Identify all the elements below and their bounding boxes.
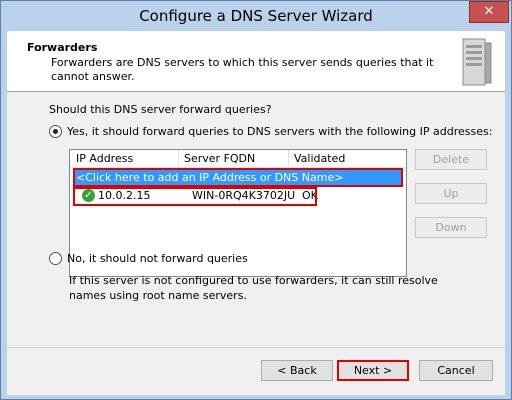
column-divider — [178, 150, 179, 167]
wizard-window: Configure a DNS Server Wizard ✕ Forwarde… — [0, 0, 512, 400]
delete-button[interactable]: Delete — [415, 149, 487, 170]
wizard-header: Forwarders Forwarders are DNS servers to… — [7, 31, 505, 92]
footer-divider — [7, 347, 505, 348]
next-button[interactable]: Next > — [337, 360, 409, 381]
radio-yes-indicator[interactable] — [49, 125, 62, 138]
column-validated[interactable]: Validated — [294, 152, 345, 165]
page-description: Forwarders are DNS servers to which this… — [51, 56, 434, 83]
radio-no-forward[interactable]: No, it should not forward queries — [49, 252, 248, 265]
cancel-button[interactable]: Cancel — [419, 360, 493, 381]
title-bar[interactable]: Configure a DNS Server Wizard ✕ — [1, 1, 511, 31]
back-button[interactable]: < Back — [261, 360, 333, 381]
up-button[interactable]: Up — [415, 183, 487, 204]
forward-question: Should this DNS server forward queries? — [49, 103, 272, 116]
column-ip-address[interactable]: IP Address — [76, 152, 133, 165]
page-title: Forwarders — [27, 41, 98, 54]
radio-yes-label: Yes, it should forward queries to DNS se… — [67, 125, 493, 138]
radio-no-label: No, it should not forward queries — [67, 252, 248, 265]
add-row-highlight — [73, 168, 403, 187]
row-highlight — [73, 187, 317, 206]
column-server-fqdn[interactable]: Server FQDN — [184, 152, 255, 165]
down-button[interactable]: Down — [415, 217, 487, 238]
forwarder-info-text: If this server is not configured to use … — [69, 274, 438, 302]
radio-yes-forward[interactable]: Yes, it should forward queries to DNS se… — [49, 125, 492, 138]
table-header: IP Address Server FQDN Validated — [70, 150, 406, 168]
radio-selected-dot — [53, 129, 58, 134]
column-divider — [288, 150, 289, 167]
window-title: Configure a DNS Server Wizard — [139, 7, 373, 25]
close-button[interactable]: ✕ — [469, 1, 509, 23]
radio-no-indicator[interactable] — [49, 252, 62, 265]
wizard-body: Forwarders Forwarders are DNS servers to… — [7, 31, 505, 395]
server-icon — [462, 38, 492, 86]
